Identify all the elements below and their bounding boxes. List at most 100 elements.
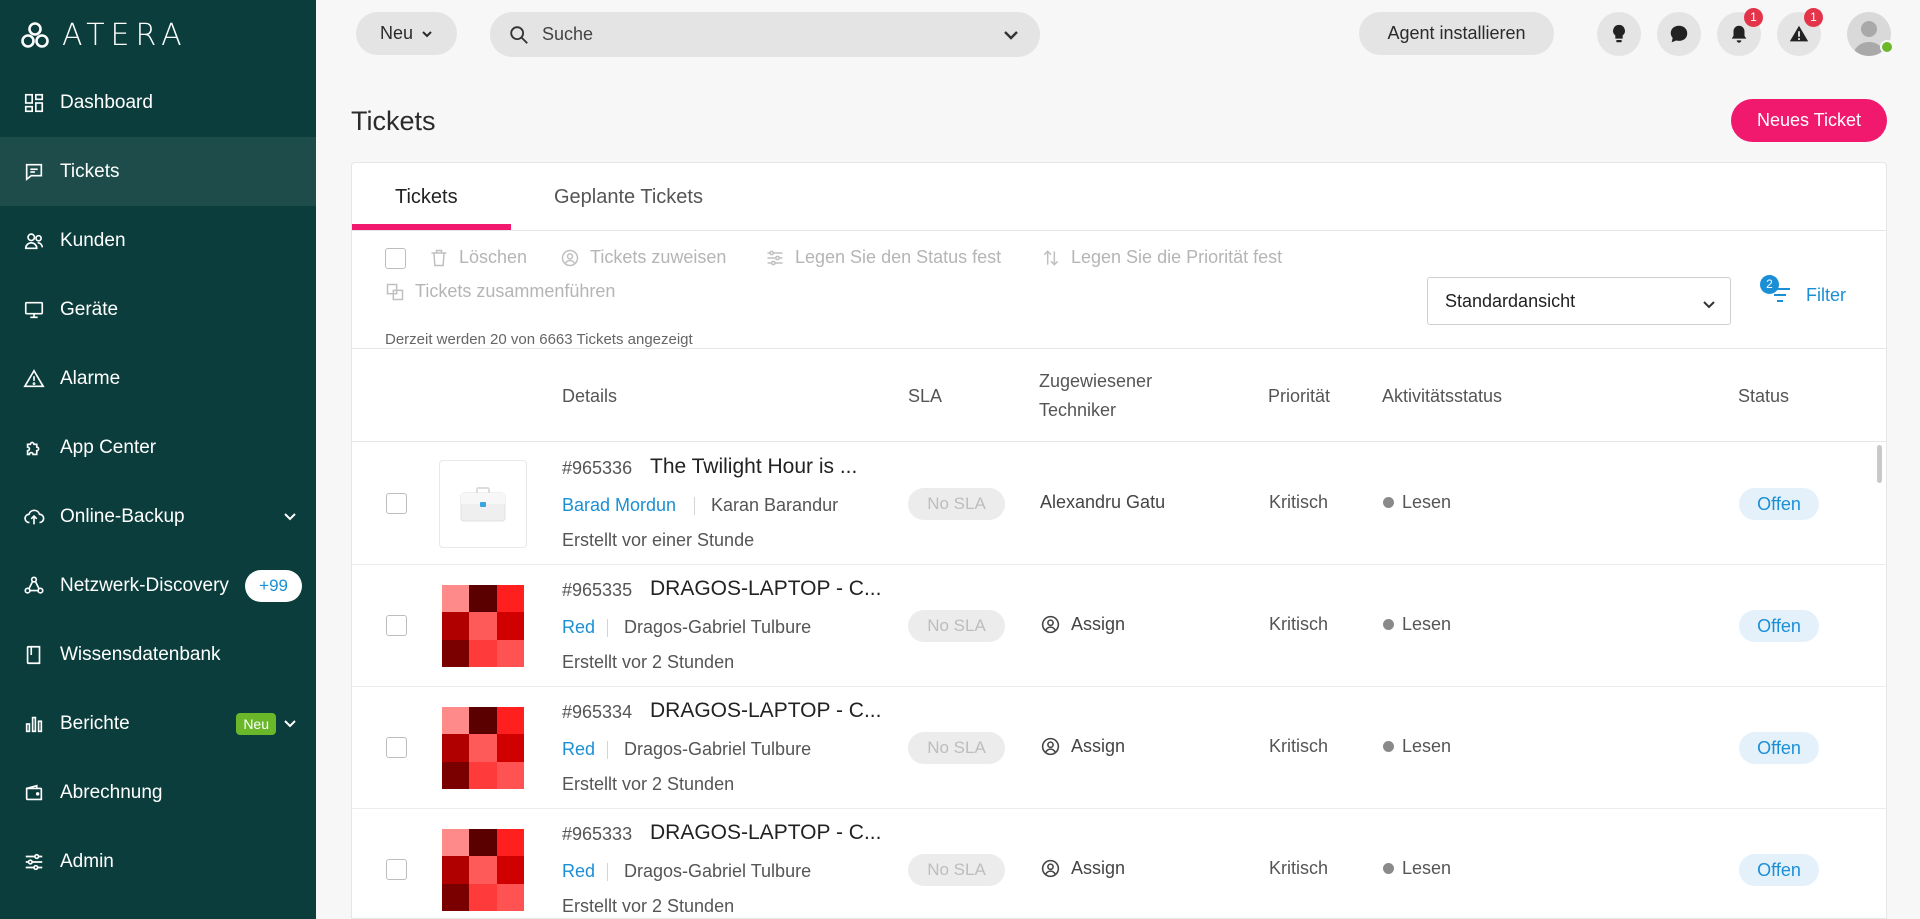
customer-link[interactable]: Red [562,617,595,638]
technician-name: Assign [1071,736,1126,756]
row-checkbox[interactable] [386,493,407,514]
set-priority-button[interactable]: Legen Sie die Priorität fest [1041,247,1282,268]
chevron-down-icon[interactable] [282,715,298,731]
table-header: Details SLA Zugewiesener Techniker Prior… [352,350,1886,442]
table-row[interactable]: #965335 DRAGOS-LAPTOP - C... Red Dragos-… [352,565,1886,687]
notifications-button[interactable]: 1 [1717,8,1763,56]
sliders-icon [22,850,46,874]
chevron-down-icon[interactable] [1002,26,1020,44]
column-header-activity[interactable]: Aktivitätsstatus [1382,382,1502,411]
set-priority-label: Legen Sie die Priorität fest [1071,247,1283,267]
sidebar-item-label: Dashboard [60,91,153,113]
filter-button[interactable]: 2 Filter [1760,275,1846,309]
column-header-sla[interactable]: SLA [908,382,942,411]
status-badge[interactable]: Offen [1739,732,1819,764]
ticket-title-link[interactable]: The Twilight Hour is ... [650,455,857,479]
tab-scheduled-tickets[interactable]: Geplante Tickets [554,163,703,231]
sla-badge: No SLA [908,610,1005,642]
assign-technician-button[interactable]: Assign [1040,614,1125,635]
activity-status: Lesen [1383,614,1451,635]
table-row[interactable]: #965334 DRAGOS-LAPTOP - C... Red Dragos-… [352,687,1886,809]
sidebar-item-alarme[interactable]: Alarme [0,344,316,413]
chevron-down-icon[interactable] [282,508,298,524]
sidebar-item-dashboard[interactable]: Dashboard [0,68,316,137]
table-body: #965336 The Twilight Hour is ... Barad M… [352,443,1886,918]
row-checkbox[interactable] [386,615,407,636]
separator [607,619,608,637]
priority-value[interactable]: Kritisch [1269,614,1328,635]
tips-button[interactable] [1597,12,1641,56]
search-bar[interactable] [490,12,1040,57]
checkbox[interactable] [385,248,406,269]
new-dropdown-button[interactable]: Neu [356,12,457,55]
sidebar-item-netzwerk-discovery[interactable]: Netzwerk-Discovery +99 [0,551,316,620]
ticket-thumbnail [439,460,527,548]
priority-value[interactable]: Kritisch [1269,736,1328,757]
tab-tickets[interactable]: Tickets [395,163,458,231]
column-header-technician-line2: Techniker [1039,400,1117,420]
contact-name[interactable]: Dragos-Gabriel Tulbure [624,739,811,760]
sidebar-item-berichte[interactable]: Berichte Neu [0,689,316,758]
customers-icon [22,229,46,253]
contact-name[interactable]: Dragos-Gabriel Tulbure [624,617,811,638]
column-header-priority[interactable]: Priorität [1268,382,1330,411]
assign-technician-button[interactable]: Assign [1040,858,1125,879]
row-checkbox[interactable] [386,737,407,758]
view-select-value: Standardansicht [1445,290,1576,311]
merge-tickets-button[interactable]: Tickets zusammenführen [385,281,615,302]
sidebar-item-abrechnung[interactable]: Abrechnung [0,758,316,827]
sidebar-item-online-backup[interactable]: Online-Backup [0,482,316,551]
delete-button[interactable]: Löschen [429,247,527,268]
sidebar-item-wissensdatenbank[interactable]: Wissensdatenbank [0,620,316,689]
ticket-title-link[interactable]: DRAGOS-LAPTOP - C... [650,577,881,601]
ticket-id: #965333 [562,824,633,844]
status-badge[interactable]: Offen [1739,610,1819,642]
customer-link[interactable]: Red [562,739,595,760]
select-all-checkbox[interactable] [385,248,406,269]
alerts-button[interactable]: 1 [1777,8,1823,56]
top-bar: Neu Agent installieren 1 1 [316,0,1920,68]
table-scrollbar[interactable] [1877,445,1882,483]
view-select[interactable]: Standardansicht [1427,277,1731,325]
sidebar-item-app-center[interactable]: App Center [0,413,316,482]
row-checkbox[interactable] [386,859,407,880]
search-input[interactable] [542,24,982,45]
activity-label: Lesen [1402,736,1452,756]
customer-link[interactable]: Red [562,861,595,882]
assign-tickets-button[interactable]: Tickets zuweisen [560,247,726,268]
install-agent-button[interactable]: Agent installieren [1359,12,1554,55]
assigned-technician[interactable]: Alexandru Gatu [1040,492,1165,513]
sidebar-item-admin[interactable]: Admin [0,827,316,896]
status-badge[interactable]: Offen [1739,854,1819,886]
warning-icon [1789,25,1809,42]
column-header-technician-line1: Zugewiesener [1039,371,1153,391]
chat-button[interactable] [1657,12,1701,56]
activity-status: Lesen [1383,736,1451,757]
page-title: Tickets [351,106,436,136]
priority-value[interactable]: Kritisch [1269,492,1328,513]
column-header-details[interactable]: Details [562,382,617,411]
column-header-technician[interactable]: Zugewiesener Techniker [1039,367,1152,425]
contact-name[interactable]: Dragos-Gabriel Tulbure [624,861,811,882]
sidebar-item-kunden[interactable]: Kunden [0,206,316,275]
ticket-title-link[interactable]: DRAGOS-LAPTOP - C... [650,699,881,723]
table-row[interactable]: #965333 DRAGOS-LAPTOP - C... Red Dragos-… [352,809,1886,918]
assign-label: Tickets zuweisen [590,247,727,267]
new-ticket-button[interactable]: Neues Ticket [1731,99,1887,142]
sidebar-item-geraete[interactable]: Geräte [0,275,316,344]
contact-name[interactable]: Karan Barandur [711,495,838,516]
notification-count-badge: 1 [1744,8,1763,27]
customer-link[interactable]: Barad Mordun [562,495,676,516]
created-time: Erstellt vor einer Stunde [562,530,755,550]
assign-technician-button[interactable]: Assign [1040,736,1125,757]
ticket-title-link[interactable]: DRAGOS-LAPTOP - C... [650,821,881,845]
atera-logo[interactable]: ATERA [20,18,188,53]
set-status-button[interactable]: Legen Sie den Status fest [765,247,1001,268]
priority-value[interactable]: Kritisch [1269,858,1328,879]
column-header-status[interactable]: Status [1738,382,1789,411]
sidebar-item-tickets[interactable]: Tickets [0,137,316,206]
table-row[interactable]: #965336 The Twilight Hour is ... Barad M… [352,443,1886,565]
status-badge[interactable]: Offen [1739,488,1819,520]
delete-label: Löschen [459,247,528,267]
separator [694,497,695,515]
